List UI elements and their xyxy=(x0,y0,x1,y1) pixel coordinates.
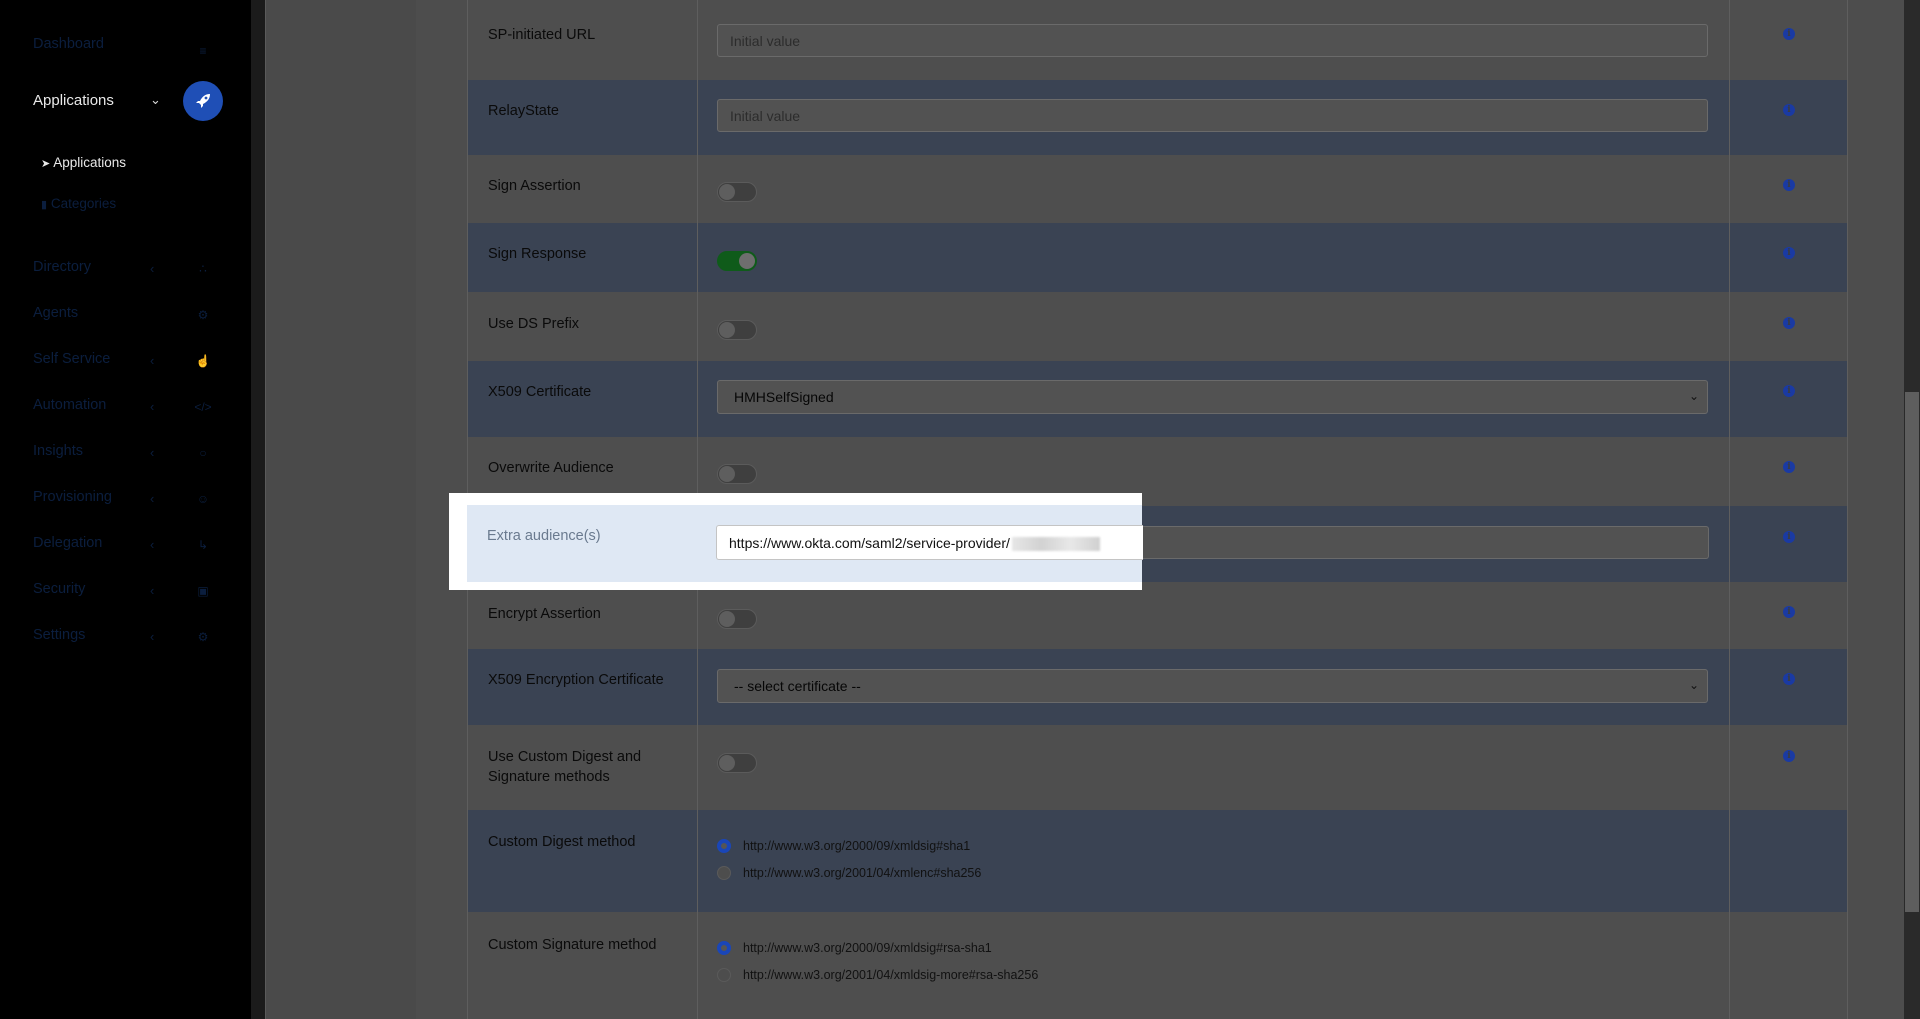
info-icon[interactable]: i xyxy=(1783,28,1795,40)
use-custom-methods-label: Use Custom Digest and Signature methods xyxy=(488,749,642,785)
row-relaystate: RelayState Initial value i xyxy=(468,80,1847,155)
sign-response-toggle[interactable] xyxy=(717,251,757,271)
nav-directory[interactable]: Directory xyxy=(33,259,91,275)
extra-audiences-input[interactable]: https://www.okta.com/saml2/service-provi… xyxy=(716,525,1143,560)
radio-selected[interactable] xyxy=(717,839,731,853)
chevron-left-icon[interactable]: ‹ xyxy=(150,399,160,414)
x509-encryption-certificate-label: X509 Encryption Certificate xyxy=(488,672,664,688)
nav-agents[interactable]: Agents xyxy=(33,305,78,321)
info-icon[interactable]: i xyxy=(1783,531,1795,543)
nav-settings[interactable]: Settings xyxy=(33,627,85,643)
info-icon[interactable]: i xyxy=(1783,750,1795,762)
chevron-left-icon[interactable]: ‹ xyxy=(150,629,160,644)
panel-gutter xyxy=(266,0,416,1019)
info-icon[interactable]: i xyxy=(1783,673,1795,685)
nav-delegation[interactable]: Delegation xyxy=(33,535,102,551)
gear-icon: ⚙ xyxy=(197,630,209,644)
subnav-categories[interactable]: ▮ Categories xyxy=(41,196,116,211)
info-icon[interactable]: i xyxy=(1783,247,1795,259)
encrypt-assertion-toggle[interactable] xyxy=(717,609,757,629)
chevron-left-icon[interactable]: ‹ xyxy=(150,261,160,276)
nav-dashboard[interactable]: Dashboard xyxy=(33,36,104,52)
extra-audiences-input-tail xyxy=(1142,526,1709,559)
sign-assertion-toggle[interactable] xyxy=(717,182,757,202)
redacted-value xyxy=(1011,537,1100,552)
custom-signature-method-label: Custom Signature method xyxy=(488,937,657,953)
subnav-applications[interactable]: ➤ Applications xyxy=(41,155,126,170)
scrollbar-thumb[interactable] xyxy=(1905,392,1919,912)
chevron-left-icon[interactable]: ‹ xyxy=(150,445,160,460)
row-custom-signature-method: Custom Signature method http://www.w3.or… xyxy=(468,912,1847,1019)
encrypt-assertion-label: Encrypt Assertion xyxy=(488,606,601,622)
info-icon[interactable]: i xyxy=(1783,317,1795,329)
row-sign-assertion: Sign Assertion i xyxy=(468,155,1847,223)
row-x509-certificate: X509 Certificate HMHSelfSigned ⌄ i xyxy=(468,361,1847,437)
row-encrypt-assertion: Encrypt Assertion i xyxy=(468,582,1847,649)
overwrite-audience-toggle[interactable] xyxy=(717,464,757,484)
radio-unselected[interactable] xyxy=(717,866,731,880)
row-sp-initiated-url: SP-initiated URL Initial value i xyxy=(468,0,1847,80)
use-custom-methods-toggle[interactable] xyxy=(717,753,757,773)
info-icon[interactable]: i xyxy=(1783,104,1795,116)
rocket-icon[interactable] xyxy=(183,81,223,121)
use-ds-prefix-label: Use DS Prefix xyxy=(488,316,580,332)
sign-response-label: Sign Response xyxy=(488,246,587,262)
code-icon: </> xyxy=(194,400,212,414)
sitemap-icon: ∴ xyxy=(199,262,207,276)
bookmark-icon: ▮ xyxy=(41,199,48,211)
nav-security[interactable]: Security xyxy=(33,581,85,597)
nav-provisioning[interactable]: Provisioning xyxy=(33,489,112,505)
nav-insights[interactable]: Insights xyxy=(33,443,83,459)
use-ds-prefix-toggle[interactable] xyxy=(717,320,757,340)
chevron-down-icon[interactable]: ⌄ xyxy=(150,92,161,107)
delegation-icon: ↳ xyxy=(197,538,209,552)
info-icon[interactable]: i xyxy=(1783,385,1795,397)
relaystate-label: RelayState xyxy=(488,103,559,119)
nav-self-service[interactable]: Self Service xyxy=(33,351,110,367)
chevron-down-icon: ⌄ xyxy=(1688,678,1699,692)
extra-audiences-label: Extra audience(s) xyxy=(487,528,601,544)
row-sign-response: Sign Response i xyxy=(468,223,1847,292)
lock-icon: ▣ xyxy=(197,584,209,598)
chevron-down-icon: ⌄ xyxy=(1688,389,1699,403)
hand-icon: ☝ xyxy=(195,354,211,368)
chevron-left-icon[interactable]: ‹ xyxy=(150,583,160,598)
x509-encryption-certificate-select[interactable]: -- select certificate -- ⌄ xyxy=(717,669,1708,703)
radio-selected[interactable] xyxy=(717,941,731,955)
sidebar: Dashboard ≡ Applications ⌄ ➤ Application… xyxy=(0,0,251,1019)
sign-assertion-label: Sign Assertion xyxy=(488,178,581,194)
rocket-icon: ➤ xyxy=(41,158,51,170)
row-x509-encryption-certificate: X509 Encryption Certificate -- select ce… xyxy=(468,649,1847,725)
info-icon[interactable]: i xyxy=(1783,179,1795,191)
x509-certificate-label: X509 Certificate xyxy=(488,384,592,400)
radio-unselected[interactable] xyxy=(717,968,731,982)
relaystate-input[interactable]: Initial value xyxy=(717,99,1708,132)
chevron-left-icon[interactable]: ‹ xyxy=(150,491,160,506)
agents-icon: ⚙ xyxy=(197,308,209,322)
x509-certificate-select[interactable]: HMHSelfSigned ⌄ xyxy=(717,380,1708,414)
row-use-ds-prefix: Use DS Prefix i xyxy=(468,292,1847,361)
nav-automation[interactable]: Automation xyxy=(33,397,106,413)
row-use-custom-methods: Use Custom Digest and Signature methods … xyxy=(468,725,1847,810)
lightbulb-icon: ○ xyxy=(199,446,207,460)
info-icon[interactable]: i xyxy=(1783,606,1795,618)
dashboard-icon: ≡ xyxy=(199,44,207,58)
custom-digest-method-label: Custom Digest method xyxy=(488,834,636,850)
nav-applications[interactable]: Applications xyxy=(33,92,114,109)
sp-initiated-url-input[interactable]: Initial value xyxy=(717,24,1708,57)
chevron-left-icon[interactable]: ‹ xyxy=(150,537,160,552)
sp-initiated-url-label: SP-initiated URL xyxy=(488,27,596,43)
info-icon[interactable]: i xyxy=(1783,461,1795,473)
row-custom-digest-method: Custom Digest method http://www.w3.org/2… xyxy=(468,810,1847,912)
users-icon: ☺ xyxy=(196,492,210,506)
chevron-left-icon[interactable]: ‹ xyxy=(150,353,160,368)
overwrite-audience-label: Overwrite Audience xyxy=(488,460,614,476)
